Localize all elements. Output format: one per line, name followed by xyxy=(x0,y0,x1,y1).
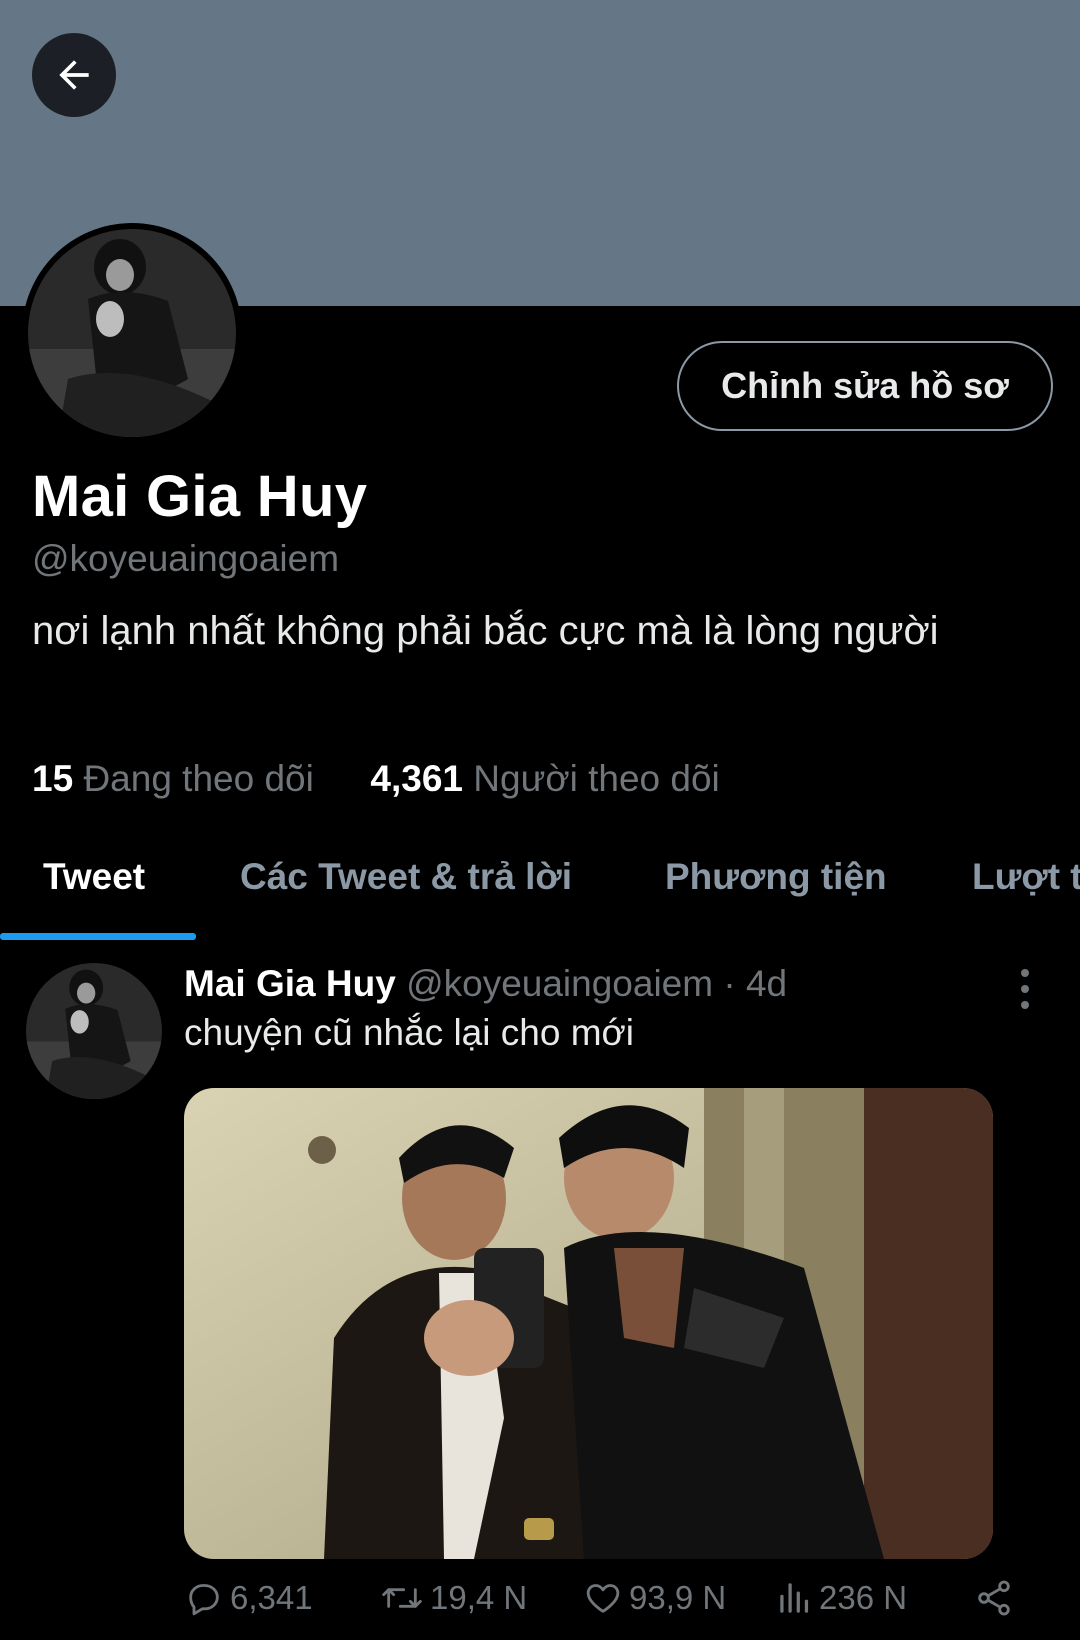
tweet-text: chuyện cũ nhắc lại cho mới xyxy=(184,1012,634,1053)
share-button[interactable] xyxy=(974,1578,1020,1618)
reply-button[interactable]: 6,341 xyxy=(184,1578,313,1618)
tweet-actions: 6,341 19,4 N 93,9 N 236 N xyxy=(184,1578,1024,1628)
avatar-image xyxy=(26,963,162,1099)
views-count: 236 N xyxy=(819,1579,908,1616)
active-tab-indicator xyxy=(0,933,196,940)
tweet-author-handle[interactable]: @koyeuaingoaiem xyxy=(406,963,713,1004)
avatar-image xyxy=(28,229,236,437)
tweet-time[interactable]: · 4d xyxy=(723,963,787,1004)
profile-handle: @koyeuaingoaiem xyxy=(32,538,340,579)
edit-profile-button[interactable]: Chỉnh sửa hồ sơ xyxy=(677,341,1053,431)
tab-media[interactable]: Phương tiện xyxy=(665,856,887,898)
retweet-button[interactable]: 19,4 N xyxy=(380,1578,527,1618)
reply-count: 6,341 xyxy=(230,1579,313,1616)
profile-name: Mai Gia Huy xyxy=(32,464,368,529)
following-label: Đang theo dõi xyxy=(83,758,314,799)
tweet-avatar[interactable] xyxy=(26,963,162,1099)
tab-tweets[interactable]: Tweet xyxy=(43,856,145,898)
tweet-photo[interactable] xyxy=(184,1088,993,1559)
like-button[interactable]: 93,9 N xyxy=(583,1578,726,1618)
following-link[interactable]: 15 Đang theo dõi xyxy=(32,758,324,799)
profile-tabs: Tweet Các Tweet & trả lời Phương tiện Lư… xyxy=(0,820,1080,940)
follow-stats: 15 Đang theo dõi 4,361 Người theo dõi xyxy=(32,758,720,800)
more-vertical-icon xyxy=(1021,969,1029,1009)
followers-count: 4,361 xyxy=(370,758,463,799)
tab-likes[interactable]: Lượt thích xyxy=(972,856,1080,898)
followers-link[interactable]: 4,361 Người theo dõi xyxy=(370,758,719,799)
profile-avatar[interactable] xyxy=(22,223,242,443)
following-count: 15 xyxy=(32,758,74,799)
back-arrow-icon xyxy=(59,60,89,90)
like-icon xyxy=(586,1584,620,1613)
tab-tweets-replies[interactable]: Các Tweet & trả lời xyxy=(240,856,572,898)
views-button[interactable]: 236 N xyxy=(777,1578,907,1618)
back-button[interactable] xyxy=(32,33,116,117)
reply-icon xyxy=(189,1584,219,1616)
like-count: 93,9 N xyxy=(629,1579,727,1616)
tweet-more-button[interactable] xyxy=(1012,966,1038,1012)
tweet-author-name[interactable]: Mai Gia Huy xyxy=(184,963,396,1004)
retweet-count: 19,4 N xyxy=(430,1579,528,1616)
views-icon xyxy=(780,1583,809,1613)
tweet-header: Mai Gia Huy @koyeuaingoaiem · 4d xyxy=(184,963,787,1005)
profile-bio: nơi lạnh nhất không phải bắc cực mà là l… xyxy=(32,609,939,653)
retweet-icon xyxy=(382,1588,422,1608)
share-icon xyxy=(978,1580,1010,1616)
followers-label: Người theo dõi xyxy=(473,758,720,799)
